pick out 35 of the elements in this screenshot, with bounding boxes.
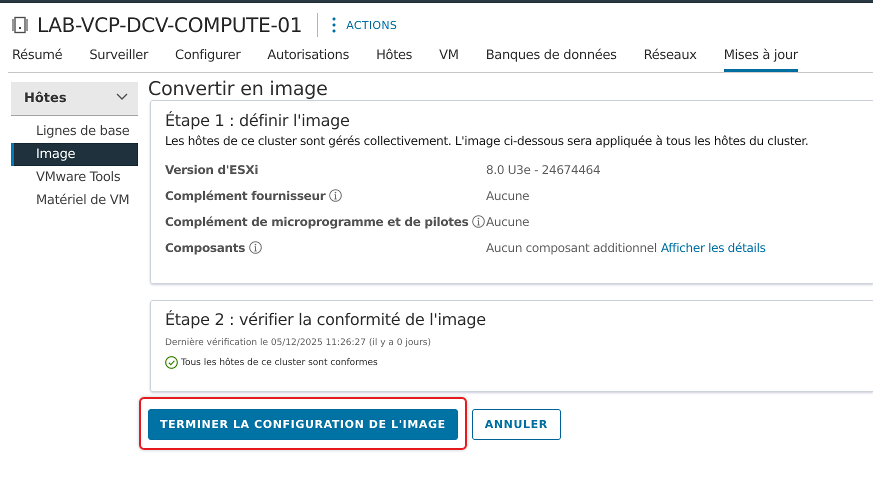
field-value: Aucune	[486, 214, 530, 228]
last-check-text: Dernière vérification le 05/12/2025 11:26:27 (il y a 0 jours)	[165, 338, 432, 348]
step-title: Étape 2 : vérifier la conformité de l'image	[165, 310, 487, 329]
tab[interactable]: Configurer	[175, 47, 240, 72]
tab[interactable]: Surveiller	[89, 47, 148, 72]
sidebar-item[interactable]: Matériel de VM	[11, 189, 138, 212]
tab[interactable]: Réseaux	[644, 47, 697, 72]
cancel-button[interactable]: ANNULER	[472, 409, 561, 440]
status-text: Tous les hôtes de ce cluster sont conformes	[181, 358, 378, 368]
field-value: 8.0 U3e - 24674464	[486, 162, 600, 176]
field-label: Complément de microprogramme et de pilotes	[165, 214, 468, 228]
field-label: Version d'ESXi	[165, 162, 258, 176]
field-label: Complément fournisseur	[165, 188, 326, 202]
field-value: Aucune	[486, 188, 530, 202]
more-icon	[332, 17, 336, 33]
sidebar-item[interactable]: VMware Tools	[11, 166, 138, 189]
tab[interactable]: VM	[439, 47, 459, 72]
sidebar-item[interactable]: Image	[11, 143, 138, 166]
section-title: Convertir en image	[148, 78, 329, 100]
actions-button[interactable]: ACTIONS	[332, 17, 398, 33]
sidebar-item[interactable]: Lignes de base	[11, 120, 138, 143]
field-label: Composants	[165, 240, 246, 254]
step-title: Étape 1 : définir l'image	[165, 111, 351, 130]
section-header[interactable]: Hôtes	[11, 82, 138, 116]
details-link[interactable]: Afficher les détails	[660, 240, 766, 254]
tab[interactable]: Banques de données	[486, 47, 617, 72]
page-heading: LAB-VCP-DCV-COMPUTE-01	[37, 13, 302, 37]
finish-button[interactable]: TERMINER LA CONFIGURATION DE L'IMAGE	[148, 409, 458, 440]
tab[interactable]: Mises à jour	[724, 47, 798, 72]
description-text: Les hôtes de ce cluster sont gérés collectivement. L'image ci-dessous sera appliquée à tous les hôtes du cluster.	[165, 134, 810, 148]
tab[interactable]: Autorisations	[267, 47, 350, 72]
cluster-icon	[12, 16, 28, 34]
tab[interactable]: Hôtes	[376, 47, 412, 72]
field-value: Aucun composant additionnel	[486, 240, 657, 254]
tab[interactable]: Résumé	[12, 47, 62, 72]
